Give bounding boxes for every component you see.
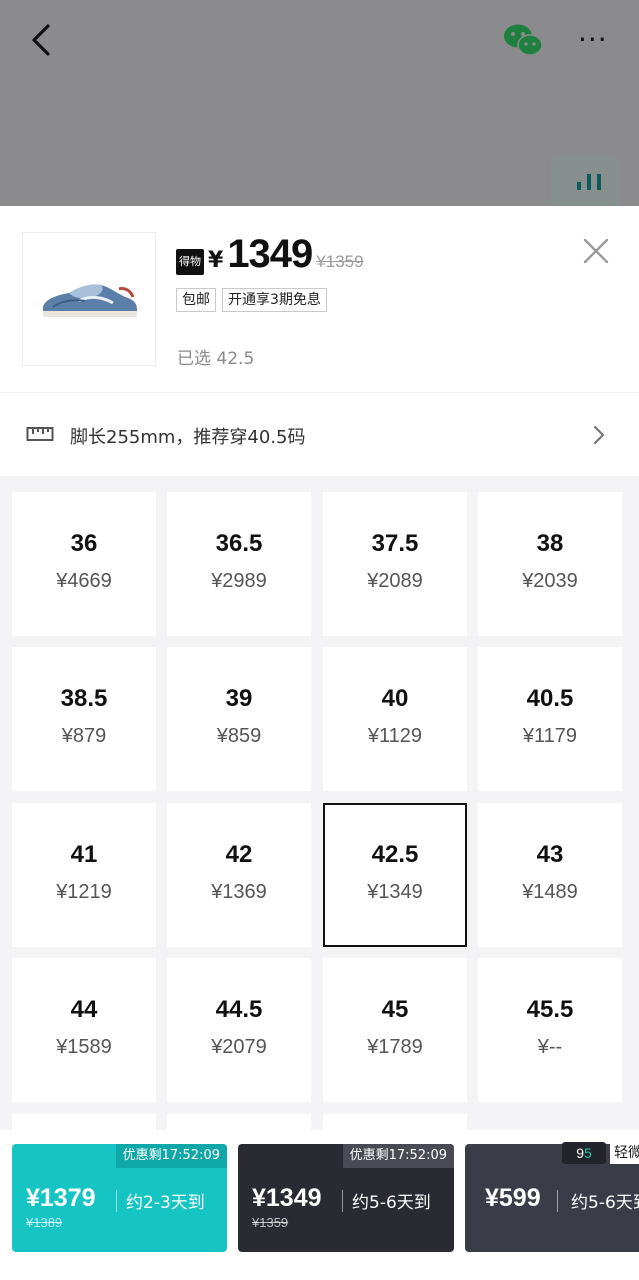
size-value: 39 <box>225 685 253 712</box>
size-value: 38 <box>536 530 564 557</box>
size-price: ¥2089 <box>367 570 423 592</box>
option-delivery-time: 约2-3天到 <box>126 1193 205 1213</box>
size-price: ¥879 <box>61 725 107 747</box>
wechat-icon[interactable] <box>502 22 544 58</box>
price-currency: ¥ <box>208 248 224 273</box>
size-value: 38.5 <box>60 685 108 712</box>
size-price: ¥2039 <box>522 570 578 592</box>
size-option-44-5[interactable]: 44.5 ¥2079 <box>167 958 311 1102</box>
close-icon[interactable] <box>581 236 611 266</box>
sneaker-image <box>43 284 137 317</box>
size-option-36-5[interactable]: 36.5 ¥2989 <box>167 492 311 636</box>
size-value: 43 <box>536 841 564 868</box>
score-main: 9 <box>576 1145 584 1161</box>
size-selection-page: ··· 得物 ¥ 1349 ¥1359 包邮 开通享3期免息 已选 42.5 脚… <box>0 0 639 1280</box>
size-option-40[interactable]: 40 ¥1129 <box>323 647 467 791</box>
current-price: 1349 <box>227 232 313 276</box>
recommendation-text: 脚长255mm，推荐穿40.5码 <box>70 427 306 448</box>
product-tags: 包邮 开通享3期免息 <box>176 288 327 312</box>
size-option-45[interactable]: 45 ¥1789 <box>323 958 467 1102</box>
size-option-37-5[interactable]: 37.5 ¥2089 <box>323 492 467 636</box>
size-option-38[interactable]: 38 ¥2039 <box>478 492 622 636</box>
size-price: ¥4669 <box>56 570 112 592</box>
option-original-price: ¥1359 <box>252 1215 289 1230</box>
more-icon[interactable]: ··· <box>578 26 614 54</box>
divider <box>557 1190 558 1212</box>
size-price: ¥1129 <box>367 725 423 747</box>
price-row: ¥ 1349 ¥1359 <box>208 232 364 284</box>
size-value: 36.5 <box>215 530 263 557</box>
divider <box>342 1190 343 1212</box>
option-price: ¥599 <box>485 1184 541 1212</box>
size-price: ¥859 <box>216 725 262 747</box>
purchase-option-standard[interactable]: 优惠剩17:52:09 ¥1349 ¥1359 约5-6天到 <box>238 1144 454 1252</box>
size-option-44[interactable]: 44 ¥1589 <box>12 958 156 1102</box>
size-option-42[interactable]: 42 ¥1369 <box>167 803 311 947</box>
size-value: 40 <box>381 685 409 712</box>
size-value: 44.5 <box>215 996 263 1023</box>
size-option-41[interactable]: 41 ¥1219 <box>12 803 156 947</box>
size-price: ¥1219 <box>56 881 112 903</box>
product-thumbnail <box>22 232 156 366</box>
promo-countdown: 优惠剩17:52:09 <box>115 1144 227 1168</box>
selected-size-label: 已选 42.5 <box>177 349 255 369</box>
size-value: 36 <box>70 530 98 557</box>
size-option-43[interactable]: 43 ¥1489 <box>478 803 622 947</box>
option-delivery-time: 约5-6天到 <box>571 1193 639 1213</box>
size-price: ¥2079 <box>211 1036 267 1058</box>
size-price: ¥1589 <box>56 1036 112 1058</box>
option-original-price: ¥1389 <box>26 1215 63 1230</box>
size-price: ¥1349 <box>367 881 423 903</box>
size-option-39[interactable]: 39 ¥859 <box>167 647 311 791</box>
brand-badge: 得物 <box>176 249 204 275</box>
size-value: 44 <box>70 996 98 1023</box>
size-value: 45 <box>381 996 409 1023</box>
size-option-38-5[interactable]: 38.5 ¥879 <box>12 647 156 791</box>
condition-label: 轻微 <box>610 1142 639 1164</box>
bar-chart-icon[interactable] <box>573 168 605 192</box>
size-grid: 36 ¥4669 36.5 ¥2989 37.5 ¥2089 38 ¥2039 38.5 ¥879… <box>12 492 624 1142</box>
size-value: 42.5 <box>371 841 419 868</box>
size-price: ¥1489 <box>522 881 578 903</box>
dimmed-overlay[interactable]: ··· <box>0 0 639 206</box>
product-summary: 得物 ¥ 1349 ¥1359 包邮 开通享3期免息 已选 42.5 <box>0 206 639 392</box>
size-value: 40.5 <box>526 685 574 712</box>
promo-countdown: 优惠剩17:52:09 <box>342 1144 454 1168</box>
score-dot: 5 <box>584 1145 592 1161</box>
size-option-36[interactable]: 36 ¥4669 <box>12 492 156 636</box>
condition-score-badge: 95 <box>562 1142 606 1164</box>
original-price: ¥1359 <box>316 252 364 271</box>
size-price: ¥1179 <box>522 725 578 747</box>
option-price: ¥1379 <box>26 1184 96 1212</box>
size-recommendation-row[interactable]: 脚长255mm，推荐穿40.5码 <box>0 392 639 476</box>
size-option-42-5[interactable]: 42.5 ¥1349 <box>323 803 467 947</box>
size-value: 42 <box>225 841 253 868</box>
size-value: 45.5 <box>526 996 574 1023</box>
option-price: ¥1349 <box>252 1184 322 1212</box>
back-icon[interactable] <box>24 20 60 60</box>
purchase-options-bar: 优惠剩17:52:09 ¥1379 ¥1389 约2-3天到 优惠剩17:52:… <box>0 1130 639 1280</box>
size-option-45-5[interactable]: 45.5 ¥-- <box>478 958 622 1102</box>
size-option-40-5[interactable]: 40.5 ¥1179 <box>478 647 622 791</box>
size-price: ¥2989 <box>211 570 267 592</box>
size-price: ¥1369 <box>211 881 267 903</box>
tag-free-shipping: 包邮 <box>176 288 216 312</box>
tag-installment: 开通享3期免息 <box>222 288 327 312</box>
size-value: 41 <box>70 841 98 868</box>
divider <box>116 1190 117 1212</box>
size-value: 37.5 <box>371 530 419 557</box>
size-price: ¥-- <box>537 1036 563 1058</box>
chevron-right-icon <box>593 425 605 445</box>
option-delivery-time: 约5-6天到 <box>352 1193 431 1213</box>
size-price: ¥1789 <box>367 1036 423 1058</box>
ruler-icon <box>26 427 54 441</box>
purchase-option-express[interactable]: 优惠剩17:52:09 ¥1379 ¥1389 约2-3天到 <box>12 1144 227 1252</box>
